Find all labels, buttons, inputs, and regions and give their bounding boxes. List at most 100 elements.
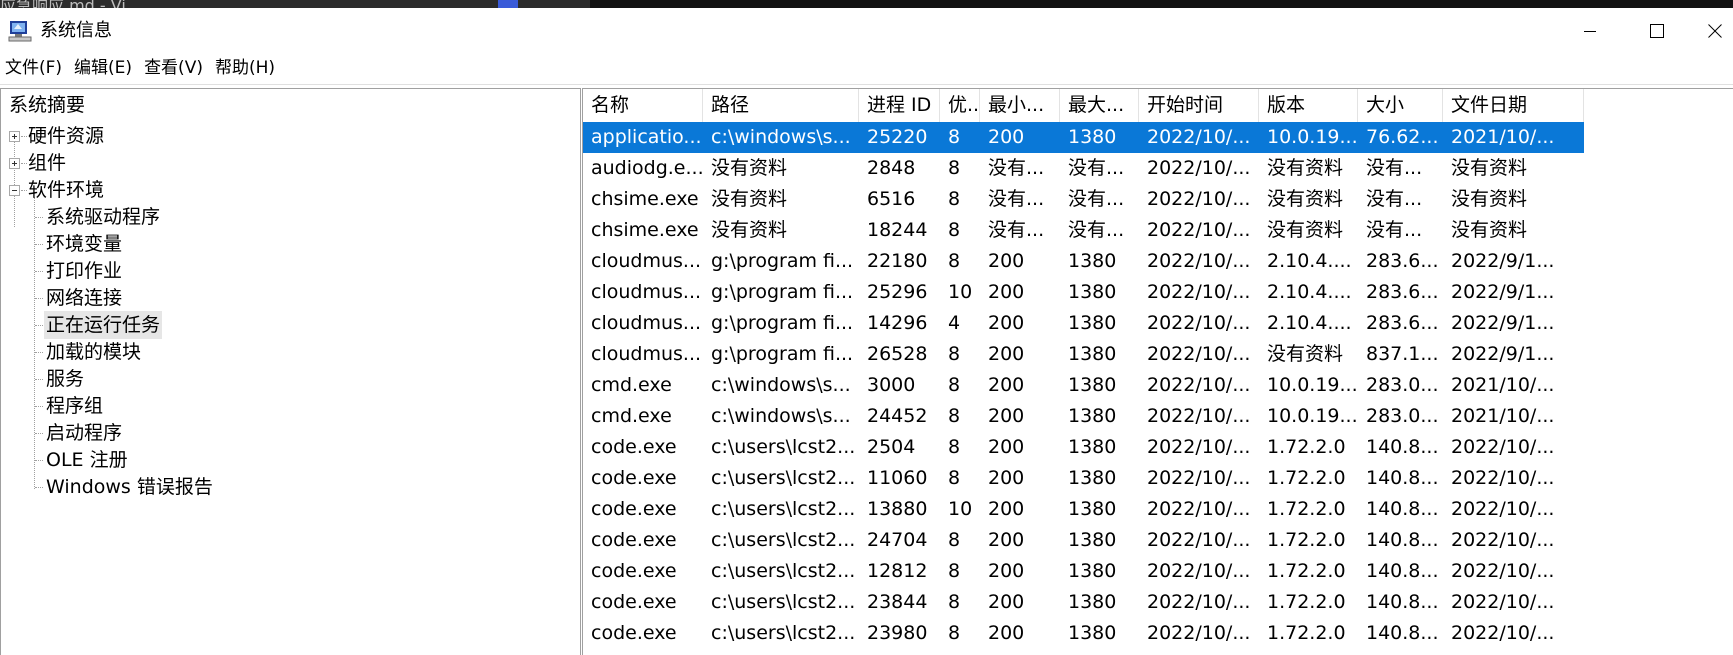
table-row[interactable]: chsime.exe 没有资料 6516 8 没有... 没有... 2022/10/...…	[583, 184, 1584, 215]
system-information-icon	[8, 21, 32, 42]
column-header-process-id[interactable]: 进程 ID	[859, 89, 940, 122]
cell-priority: 8	[948, 219, 961, 241]
column-header-path[interactable]: 路径	[703, 89, 859, 122]
tree-item-startup-programs[interactable]: 启动程序	[46, 419, 122, 447]
column-header-size[interactable]: 大小	[1358, 89, 1443, 122]
table-row[interactable]: cloudmus... g:\program fi... 25296 10 200 138…	[583, 277, 1584, 308]
cell-process-id: 2848	[867, 157, 916, 179]
cell-version: 1.72.2.0	[1267, 467, 1346, 489]
background-window-strip: 应急响应.md - Vi...	[0, 0, 1733, 8]
column-header-priority[interactable]: 优...	[940, 89, 980, 122]
cell-priority: 8	[948, 250, 961, 272]
cell-path: c:\users\lcst2...	[711, 591, 856, 613]
cell-min-working-set: 200	[988, 405, 1025, 427]
cell-name: code.exe	[591, 436, 677, 458]
cell-min-working-set: 200	[988, 560, 1025, 582]
column-header-name[interactable]: 名称	[583, 89, 703, 122]
tree-item-ole-registration[interactable]: OLE 注册	[46, 446, 128, 474]
tree-connector	[35, 433, 43, 434]
tree-item-environment-variables[interactable]: 环境变量	[46, 230, 122, 258]
column-header-file-date[interactable]: 文件日期	[1443, 89, 1584, 122]
tree-item-print-jobs[interactable]: 打印作业	[46, 257, 122, 285]
column-header-min-working-set[interactable]: 最小...	[980, 89, 1060, 122]
table-row[interactable]: code.exe c:\users\lcst2... 13880 10 200 1380 2…	[583, 494, 1584, 525]
tree-connector	[35, 487, 43, 488]
cell-max-working-set: 没有...	[1068, 157, 1125, 179]
collapse-minus-icon[interactable]	[9, 185, 20, 196]
tree-item-network-connections[interactable]: 网络连接	[46, 284, 122, 312]
table-row[interactable]: cloudmus... g:\program fi... 22180 8 200 1380…	[583, 246, 1584, 277]
table-row[interactable]: code.exe c:\users\lcst2... 12812 8 200 1380 20…	[583, 556, 1584, 587]
cell-file-date: 2022/10/...	[1451, 436, 1555, 458]
table-row[interactable]: code.exe c:\users\lcst2... 24704 8 200 1380 20…	[583, 525, 1584, 556]
cell-max-working-set: 1380	[1068, 312, 1117, 334]
menu-edit[interactable]: 编辑(E)	[70, 57, 136, 84]
cell-version: 2.10.4....	[1267, 281, 1352, 303]
tree-item-services[interactable]: 服务	[46, 365, 84, 393]
tree-item-hardware-resources[interactable]: 硬件资源	[28, 122, 104, 150]
running-tasks-table[interactable]: 名称路径进程 ID优...最小...最大...开始时间版本大小文件日期 appl…	[582, 88, 1733, 655]
expand-plus-icon[interactable]	[9, 158, 20, 169]
cell-min-working-set: 200	[988, 436, 1025, 458]
table-header: 名称路径进程 ID优...最小...最大...开始时间版本大小文件日期	[583, 89, 1733, 122]
tree-item-software-environment[interactable]: 软件环境	[28, 176, 104, 204]
cell-version: 1.72.2.0	[1267, 560, 1346, 582]
table-row[interactable]: cmd.exe c:\windows\s... 24452 8 200 1380 2022/…	[583, 401, 1584, 432]
cell-size: 没有...	[1366, 157, 1423, 179]
tree-item-system-summary[interactable]: 系统摘要	[9, 91, 85, 119]
tree-connector	[35, 271, 43, 272]
cell-path: c:\users\lcst2...	[711, 498, 856, 520]
cell-path: c:\users\lcst2...	[711, 529, 856, 551]
table-row[interactable]: audiodg.e... 没有资料 2848 8 没有... 没有... 2022/10/.…	[583, 153, 1584, 184]
table-row[interactable]: cmd.exe c:\windows\s... 3000 8 200 1380 2022/1…	[583, 370, 1584, 401]
category-tree[interactable]: 系统摘要 硬件资源 组件 软件环境 系统驱动程序 环境变量 打印作业 网络连接 …	[0, 88, 581, 655]
cell-min-working-set: 200	[988, 343, 1025, 365]
column-header-max-working-set[interactable]: 最大...	[1060, 89, 1139, 122]
cell-version: 没有资料	[1267, 188, 1344, 210]
expand-plus-icon[interactable]	[9, 131, 20, 142]
cell-min-working-set: 200	[988, 622, 1025, 644]
maximize-button[interactable]	[1627, 16, 1687, 46]
cell-priority: 8	[948, 560, 961, 582]
column-header-start-time[interactable]: 开始时间	[1139, 89, 1259, 122]
cell-process-id: 25296	[867, 281, 928, 303]
table-row[interactable]: applicatio... c:\windows\s... 25220 8 200 138…	[583, 122, 1584, 153]
cell-size: 283.0...	[1366, 374, 1439, 396]
cell-process-id: 23980	[867, 622, 928, 644]
tree-connector	[35, 244, 43, 245]
tree-item-program-groups[interactable]: 程序组	[46, 392, 103, 420]
cell-name: cloudmus...	[591, 250, 702, 272]
table-row[interactable]: code.exe c:\users\lcst2... 2504 8 200 1380 202…	[583, 432, 1584, 463]
tree-item-loaded-modules[interactable]: 加载的模块	[46, 338, 141, 366]
cell-size: 140.8...	[1366, 498, 1439, 520]
maximize-icon	[1650, 24, 1664, 38]
table-row[interactable]: cloudmus... g:\program fi... 14296 4 200 1380…	[583, 308, 1584, 339]
cell-start-time: 2022/10/...	[1147, 126, 1251, 148]
cell-file-date: 2022/10/...	[1451, 529, 1555, 551]
tree-item-windows-error-reporting[interactable]: Windows 错误报告	[46, 473, 213, 501]
tree-item-system-drivers[interactable]: 系统驱动程序	[46, 203, 160, 231]
table-row[interactable]: code.exe c:\users\lcst2... 23844 8 200 1380 20…	[583, 587, 1584, 618]
menu-view[interactable]: 查看(V)	[140, 57, 207, 84]
table-row[interactable]: chsime.exe 没有资料 18244 8 没有... 没有... 2022/10/..…	[583, 215, 1584, 246]
cell-path: 没有资料	[711, 157, 788, 179]
menu-file[interactable]: 文件(F)	[0, 57, 66, 84]
minimize-button[interactable]	[1560, 16, 1620, 46]
tree-item-components[interactable]: 组件	[28, 149, 66, 177]
column-header-version[interactable]: 版本	[1259, 89, 1358, 122]
menu-help[interactable]: 帮助(H)	[211, 57, 279, 84]
cell-priority: 10	[948, 498, 973, 520]
close-button[interactable]	[1697, 16, 1733, 46]
table-row[interactable]: cloudmus... g:\program fi... 26528 8 200 1380…	[583, 339, 1584, 370]
cell-process-id: 24452	[867, 405, 928, 427]
cell-min-working-set: 200	[988, 312, 1025, 334]
tree-connector	[21, 136, 27, 137]
cell-file-date: 2022/10/...	[1451, 467, 1555, 489]
cell-start-time: 2022/10/...	[1147, 529, 1251, 551]
cell-start-time: 2022/10/...	[1147, 591, 1251, 613]
tree-item-running-tasks[interactable]: 正在运行任务	[44, 311, 163, 339]
cell-name: code.exe	[591, 622, 677, 644]
table-row[interactable]: code.exe c:\users\lcst2... 11060 8 200 1380 20…	[583, 463, 1584, 494]
cell-max-working-set: 1380	[1068, 591, 1117, 613]
table-row[interactable]: code.exe c:\users\lcst2... 23980 8 200 1380 20…	[583, 618, 1584, 649]
